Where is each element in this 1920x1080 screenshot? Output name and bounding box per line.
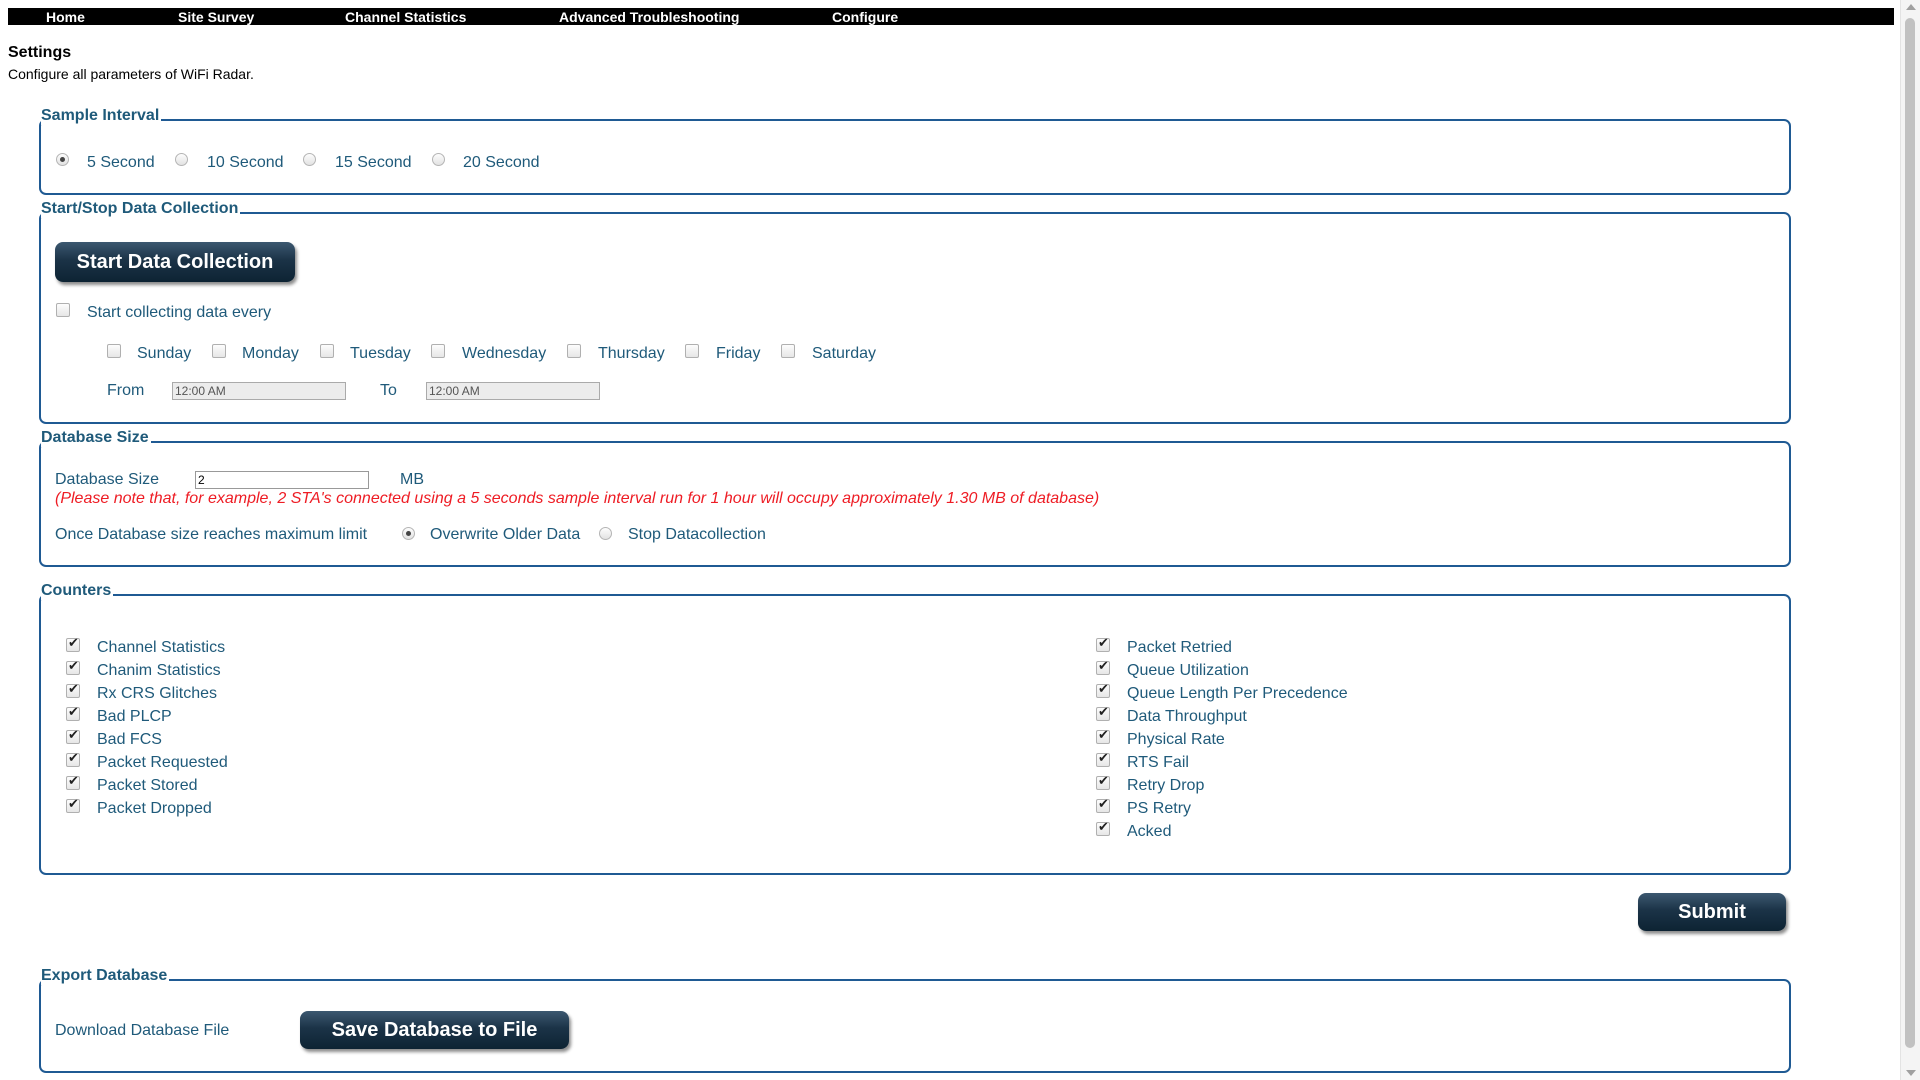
- counter-checkbox[interactable]: [66, 705, 80, 721]
- counter-checkbox[interactable]: [1096, 797, 1110, 813]
- radio-label-stop-datacollection[interactable]: Stop Datacollection: [628, 526, 766, 544]
- counters-legend: Counters: [41, 582, 114, 600]
- schedule-label[interactable]: Start collecting data every: [87, 304, 271, 322]
- day-label-saturday[interactable]: Saturday: [812, 345, 876, 363]
- radio-stop-datacollection[interactable]: [599, 527, 612, 540]
- sample-interval-section: Sample Interval 5 Second 10 Second 15 Se…: [39, 107, 1791, 195]
- counter-label[interactable]: Queue Utilization: [1127, 662, 1249, 680]
- database-size-input[interactable]: [195, 471, 369, 489]
- counters-section: Counters Channel Statistics Chanim Stati…: [39, 582, 1791, 875]
- counter-checkbox[interactable]: [66, 751, 80, 767]
- counter-label[interactable]: Data Throughput: [1127, 708, 1247, 726]
- day-label-tuesday[interactable]: Tuesday: [350, 345, 411, 363]
- from-label: From: [107, 382, 145, 399]
- submit-button[interactable]: Submit: [1638, 893, 1786, 931]
- radio-overwrite-older-data[interactable]: [402, 527, 415, 540]
- counter-label[interactable]: Packet Stored: [97, 777, 198, 795]
- day-checkbox-saturday[interactable]: [781, 344, 795, 358]
- nav-advanced-troubleshooting[interactable]: Advanced Troubleshooting: [559, 9, 739, 25]
- top-nav: Home Site Survey Channel Statistics Adva…: [8, 8, 1894, 25]
- export-database-section: Export Database Download Database File S…: [39, 967, 1791, 1073]
- counter-label[interactable]: Acked: [1127, 823, 1171, 841]
- database-size-note: (Please note that, for example, 2 STA's …: [55, 490, 1100, 507]
- radio-label-5-second[interactable]: 5 Second: [87, 154, 155, 172]
- counter-checkbox[interactable]: [1096, 728, 1110, 744]
- counter-label[interactable]: Queue Length Per Precedence: [1127, 685, 1348, 703]
- counter-label[interactable]: PS Retry: [1127, 800, 1191, 818]
- day-checkbox-thursday[interactable]: [567, 344, 581, 358]
- counter-label[interactable]: Bad FCS: [97, 731, 162, 749]
- day-label-sunday[interactable]: Sunday: [137, 345, 191, 363]
- vertical-scrollbar[interactable]: [1900, 0, 1920, 1080]
- page-title: Settings: [8, 44, 72, 61]
- radio-5-second[interactable]: [56, 153, 69, 166]
- counter-checkbox[interactable]: [66, 659, 80, 675]
- to-label: To: [380, 382, 397, 399]
- start-data-collection-button[interactable]: Start Data Collection: [55, 242, 295, 282]
- day-label-monday[interactable]: Monday: [242, 345, 299, 363]
- database-size-unit: MB: [400, 471, 424, 488]
- radio-15-second[interactable]: [303, 153, 316, 166]
- counter-checkbox[interactable]: [1096, 659, 1110, 675]
- radio-20-second[interactable]: [432, 153, 445, 166]
- counter-label[interactable]: Physical Rate: [1127, 731, 1225, 749]
- scrollbar-thumb[interactable]: [1905, 18, 1915, 1048]
- radio-label-10-second[interactable]: 10 Second: [207, 154, 284, 172]
- counter-checkbox[interactable]: [1096, 751, 1110, 767]
- day-checkbox-wednesday[interactable]: [431, 344, 445, 358]
- counter-label[interactable]: Rx CRS Glitches: [97, 685, 217, 703]
- scroll-up-arrow-icon[interactable]: [1906, 4, 1916, 10]
- counter-label[interactable]: RTS Fail: [1127, 754, 1189, 772]
- counter-label[interactable]: Chanim Statistics: [97, 662, 221, 680]
- counter-checkbox[interactable]: [1096, 682, 1110, 698]
- counter-label[interactable]: Channel Statistics: [97, 639, 225, 657]
- radio-10-second[interactable]: [175, 153, 188, 166]
- day-checkbox-friday[interactable]: [685, 344, 699, 358]
- counter-checkbox[interactable]: [66, 682, 80, 698]
- database-size-section: Database Size Database Size MB (Please n…: [39, 429, 1791, 567]
- counter-label[interactable]: Packet Requested: [97, 754, 228, 772]
- radio-label-20-second[interactable]: 20 Second: [463, 154, 540, 172]
- counter-checkbox[interactable]: [66, 728, 80, 744]
- day-label-thursday[interactable]: Thursday: [598, 345, 665, 363]
- counter-checkbox[interactable]: [1096, 636, 1110, 652]
- save-database-to-file-button[interactable]: Save Database to File: [300, 1011, 569, 1049]
- day-checkbox-sunday[interactable]: [107, 344, 121, 358]
- page-subtitle: Configure all parameters of WiFi Radar.: [8, 66, 254, 82]
- day-checkbox-tuesday[interactable]: [320, 344, 334, 358]
- limit-label: Once Database size reaches maximum limit: [55, 526, 368, 543]
- counter-label[interactable]: Packet Dropped: [97, 800, 212, 818]
- radio-label-15-second[interactable]: 15 Second: [335, 154, 412, 172]
- day-label-friday[interactable]: Friday: [716, 345, 760, 363]
- radio-label-overwrite-older-data[interactable]: Overwrite Older Data: [430, 526, 580, 544]
- nav-site-survey[interactable]: Site Survey: [178, 9, 254, 25]
- counter-label[interactable]: Packet Retried: [1127, 639, 1232, 657]
- counter-checkbox[interactable]: [66, 797, 80, 813]
- nav-configure[interactable]: Configure: [832, 9, 898, 25]
- counter-checkbox[interactable]: [66, 636, 80, 652]
- data-collection-section: Start/Stop Data Collection Start Data Co…: [39, 200, 1791, 424]
- nav-channel-statistics[interactable]: Channel Statistics: [345, 9, 466, 25]
- counter-checkbox[interactable]: [1096, 705, 1110, 721]
- counter-label[interactable]: Retry Drop: [1127, 777, 1204, 795]
- counter-label[interactable]: Bad PLCP: [97, 708, 172, 726]
- scroll-down-arrow-icon[interactable]: [1906, 1070, 1916, 1076]
- day-label-wednesday[interactable]: Wednesday: [462, 345, 546, 363]
- counter-checkbox[interactable]: [1096, 820, 1110, 836]
- nav-home[interactable]: Home: [46, 9, 85, 25]
- data-collection-legend: Start/Stop Data Collection: [41, 200, 241, 218]
- from-time-input[interactable]: [172, 382, 346, 400]
- database-size-label: Database Size: [55, 471, 160, 488]
- counter-checkbox[interactable]: [1096, 774, 1110, 790]
- database-size-legend: Database Size: [41, 429, 151, 447]
- export-database-legend: Export Database: [41, 967, 170, 985]
- sample-interval-legend: Sample Interval: [41, 107, 162, 125]
- day-checkbox-monday[interactable]: [212, 344, 226, 358]
- counter-checkbox[interactable]: [66, 774, 80, 790]
- download-database-label: Download Database File: [55, 1022, 230, 1039]
- to-time-input[interactable]: [426, 382, 600, 400]
- schedule-checkbox[interactable]: [56, 303, 70, 317]
